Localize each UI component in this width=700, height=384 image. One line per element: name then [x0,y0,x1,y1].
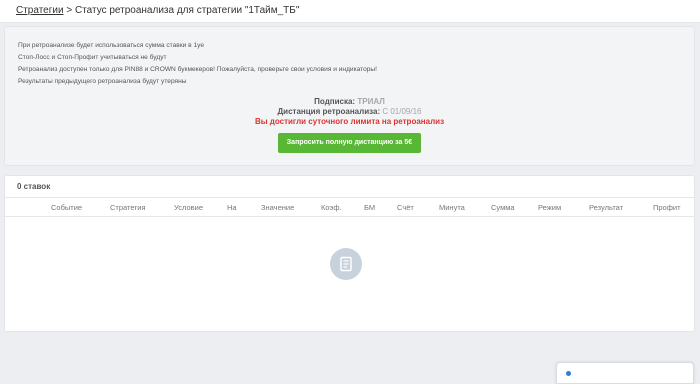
request-full-distance-button[interactable]: Запросить полную дистанцию за 5€ [278,133,421,153]
column-header-minute[interactable]: Минута [439,203,465,212]
column-header-strategy[interactable]: Стратегия [110,203,146,212]
chat-icon [566,371,571,376]
page-title: Статус ретроанализа для стратегии "1Тайм… [74,5,300,16]
info-lines: При ретроанализе будет использоваться су… [18,40,377,88]
bets-table-header: Событие Стратегия Условие На Значение Ко… [5,198,694,217]
subscription-label: Подписка: [314,97,356,106]
subscription-block: Подписка: ТРИАЛ Дистанция ретроанализа: … [5,97,694,127]
subscription-row: Подписка: ТРИАЛ [5,97,694,107]
column-header-profit[interactable]: Профит [653,203,681,212]
distance-row: Дистанция ретроанализа: С 01/09/16 [5,107,694,117]
column-header-amount[interactable]: Сумма [491,203,515,212]
distance-value: С 01/09/16 [382,107,422,116]
breadcrumb-separator: > [63,5,75,16]
column-header-mode[interactable]: Режим [538,203,561,212]
bets-count-title: 0 ставок [17,182,51,191]
breadcrumb-strategies-link[interactable]: Стратегии [16,5,64,16]
column-header-result[interactable]: Результат [589,203,623,212]
bets-panel: 0 ставок Событие Стратегия Условие На Зн… [4,175,695,332]
column-header-bookmaker[interactable]: БМ [364,203,375,212]
limit-message: Вы достигли суточного лимита на ретроана… [254,117,445,126]
column-header-event[interactable]: Событие [51,203,82,212]
info-line: Ретроанализ доступен только для PIN88 и … [18,66,377,73]
subscription-value: ТРИАЛ [357,97,385,106]
column-header-value[interactable]: Значение [261,203,294,212]
info-line: Результаты предыдущего ретроанализа буду… [18,78,187,85]
column-header-score[interactable]: Счёт [397,203,414,212]
info-line: При ретроанализе будет использоваться су… [18,42,205,49]
retroanalysis-info-panel: При ретроанализе будет использоваться су… [4,26,695,166]
distance-label: Дистанция ретроанализа: [277,107,381,116]
chat-widget[interactable] [556,362,694,384]
document-icon [330,248,362,280]
breadcrumb: Стратегии > Статус ретроанализа для стра… [16,5,299,16]
column-header-on[interactable]: На [227,203,237,212]
column-header-coef[interactable]: Коэф. [321,203,342,212]
column-header-condition[interactable]: Условие [174,203,203,212]
info-line: Стоп-Лосс и Стоп-Профит учитываться не б… [18,54,167,61]
page-header: Стратегии > Статус ретроанализа для стра… [0,0,700,23]
